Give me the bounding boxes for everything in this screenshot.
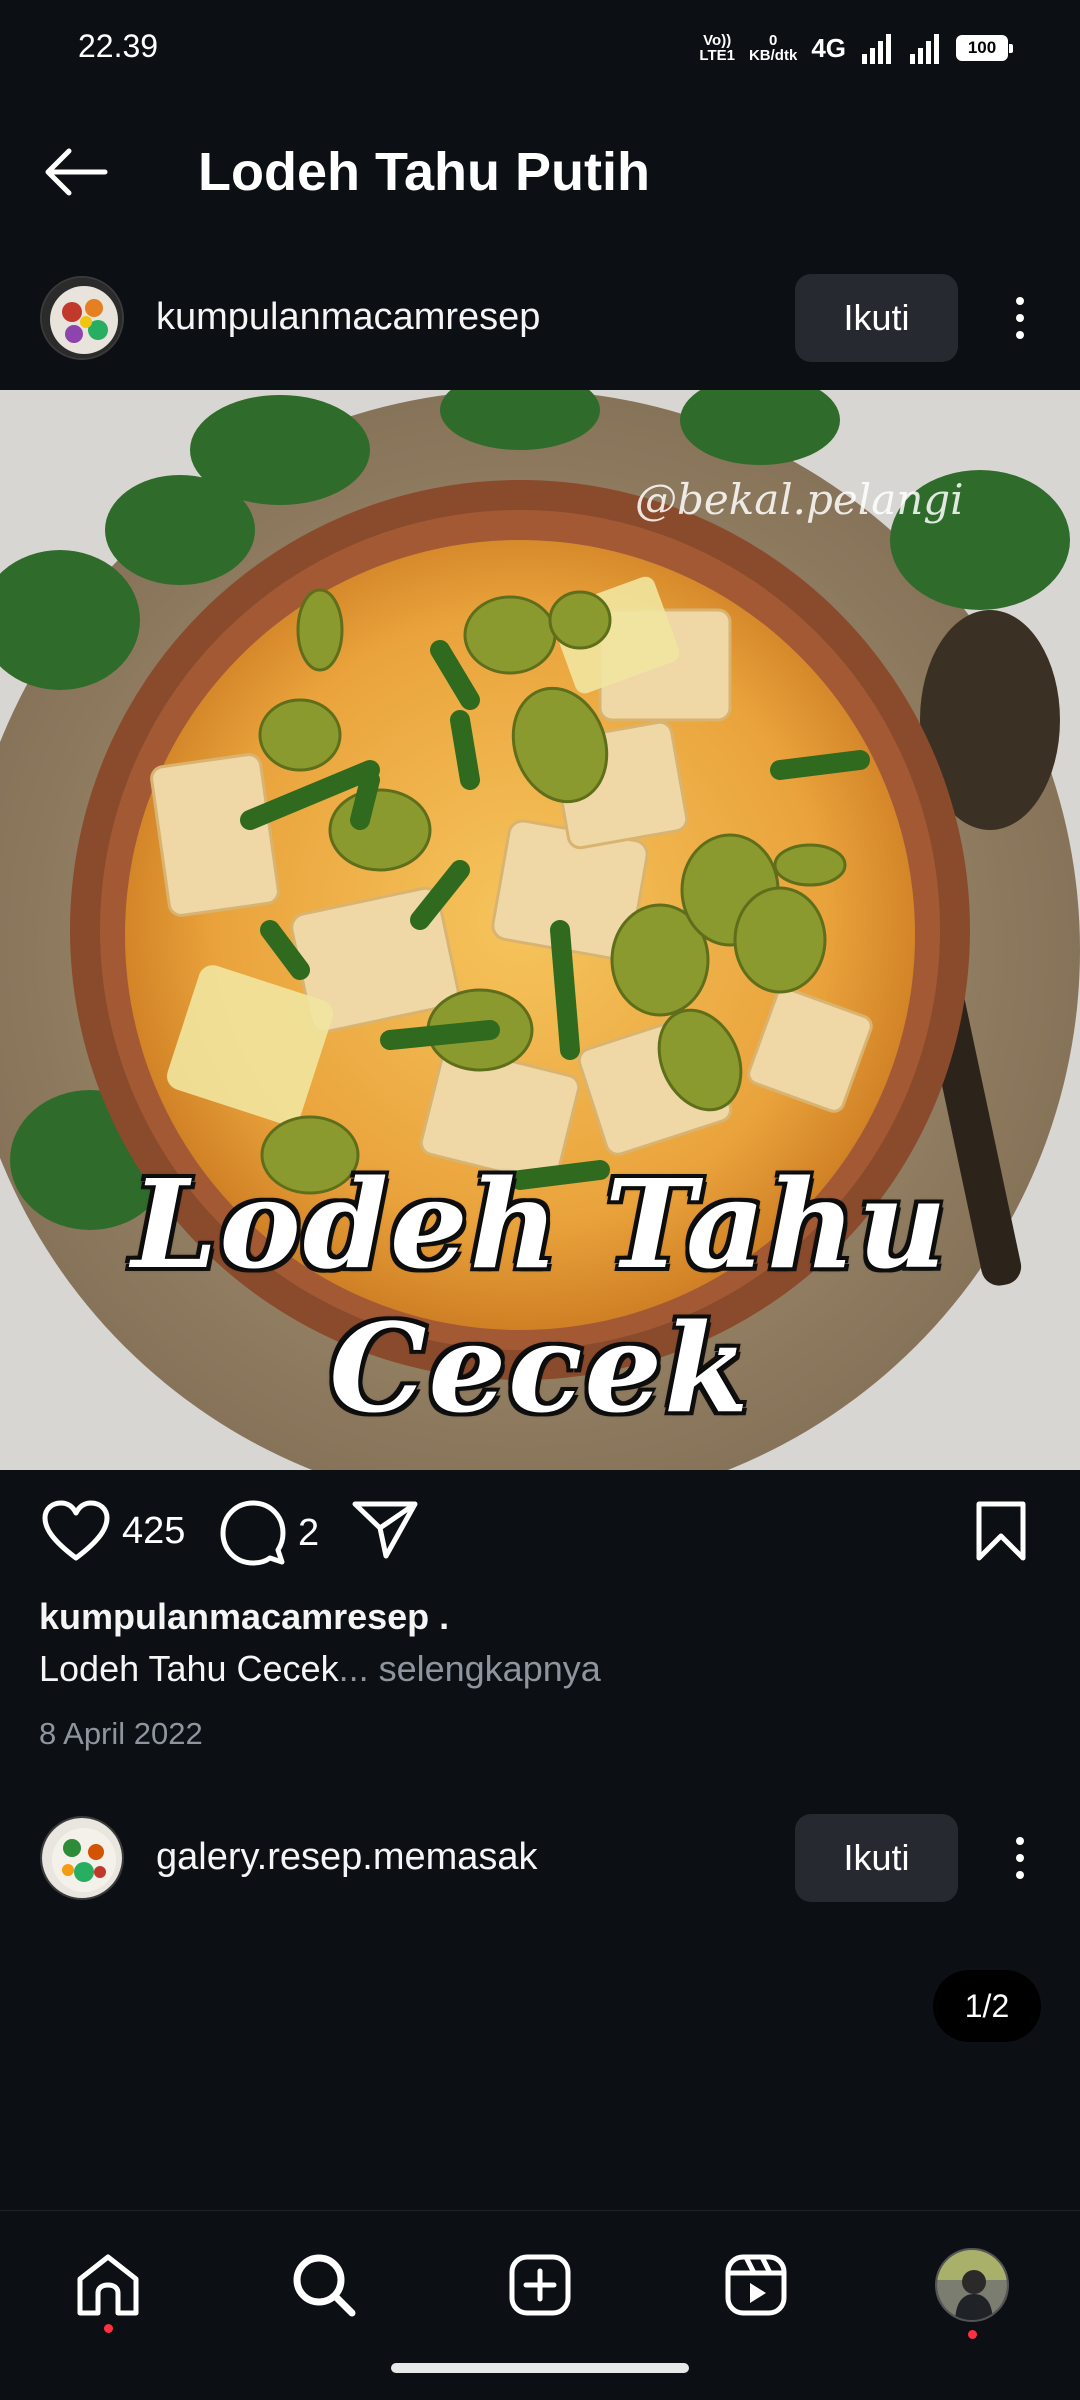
- comment-count[interactable]: 2: [298, 1512, 319, 1555]
- back-arrow-icon: [45, 148, 108, 196]
- volte-bottom: LTE1: [699, 47, 735, 64]
- avatar-image: [42, 1818, 122, 1898]
- network-type: 4G: [811, 32, 846, 63]
- signal-icon-2: [910, 34, 939, 64]
- next-follow-button[interactable]: Ikuti: [795, 1814, 958, 1902]
- carousel-page-indicator: 1/2: [933, 1970, 1041, 2042]
- volte-top: Vo)): [703, 32, 732, 49]
- volte-indicator: Vo)) LTE1: [699, 33, 735, 63]
- status-time: 22.39: [78, 28, 159, 64]
- search-icon: [293, 2254, 356, 2317]
- reels-icon: [725, 2254, 787, 2316]
- next-author-avatar[interactable]: [40, 1816, 124, 1900]
- more-options-button[interactable]: [990, 278, 1050, 358]
- nav-home[interactable]: [60, 2237, 156, 2333]
- page-title: Lodeh Tahu Putih: [198, 142, 650, 202]
- nav-profile[interactable]: [924, 2237, 1020, 2339]
- speed-unit: KB/dtk: [748, 47, 798, 64]
- back-button[interactable]: [36, 138, 116, 206]
- comment-group: 2: [220, 1500, 319, 1566]
- profile-notification-dot: [967, 2330, 977, 2339]
- next-more-options-button[interactable]: [990, 1818, 1050, 1898]
- avatar-image: [42, 278, 122, 358]
- author-username[interactable]: kumpulanmacamresep: [156, 296, 540, 339]
- bookmark-icon[interactable]: [975, 1500, 1027, 1562]
- top-header: Lodeh Tahu Putih: [0, 110, 1080, 234]
- home-notification-dot: [103, 2324, 113, 2333]
- nav-search[interactable]: [276, 2237, 372, 2333]
- share-group: [352, 1500, 418, 1560]
- signal-icon-1: [862, 34, 891, 64]
- more-dot: [1016, 331, 1024, 339]
- next-post-header: galery.resep.memasak Ikuti: [0, 1798, 1080, 1918]
- home-indicator[interactable]: [391, 2363, 689, 2373]
- status-icons: Vo)) LTE1 0 KB/dtk 4G 100: [699, 24, 1013, 72]
- profile-image: [937, 2250, 1007, 2320]
- battery-icon: 100: [956, 35, 1013, 61]
- caption-username[interactable]: kumpulanmacamresep .: [39, 1596, 449, 1638]
- speed-value: 0: [768, 32, 778, 49]
- post-date: 8 April 2022: [39, 1716, 203, 1751]
- caption: Lodeh Tahu Cecek... selengkapnya: [39, 1648, 601, 1690]
- image-watermark: @bekal.pelangi: [635, 475, 964, 524]
- author-avatar[interactable]: [40, 276, 124, 360]
- more-dot: [1016, 1837, 1024, 1845]
- status-bar: 22.39 Vo)) LTE1 0 KB/dtk 4G 100: [0, 0, 1080, 96]
- like-count[interactable]: 425: [122, 1510, 185, 1553]
- nav-reels[interactable]: [708, 2237, 804, 2333]
- next-author-username[interactable]: galery.resep.memasak: [156, 1836, 538, 1879]
- share-icon[interactable]: [352, 1500, 418, 1560]
- image-overlay-title: Lodeh Tahu Cecek: [131, 1152, 949, 1440]
- post-actions: 425 2: [0, 1480, 1080, 1590]
- post-image[interactable]: @bekal.pelangi Lodeh Tahu Cecek: [0, 390, 1080, 1470]
- more-dot: [1016, 1854, 1024, 1862]
- profile-avatar: [935, 2248, 1009, 2322]
- more-dot: [1016, 314, 1024, 322]
- more-dot: [1016, 1871, 1024, 1879]
- comment-icon[interactable]: [220, 1500, 286, 1566]
- heart-icon[interactable]: [42, 1500, 110, 1562]
- follow-button[interactable]: Ikuti: [795, 274, 958, 362]
- more-dot: [1016, 297, 1024, 305]
- home-icon: [77, 2254, 139, 2316]
- nav-create[interactable]: [492, 2237, 588, 2333]
- like-group: 425: [42, 1500, 185, 1562]
- network-speed: 0 KB/dtk: [749, 33, 797, 63]
- caption-text: Lodeh Tahu Cecek: [39, 1648, 339, 1689]
- create-icon: [509, 2254, 571, 2316]
- post-header: kumpulanmacamresep Ikuti: [0, 258, 1080, 378]
- caption-more-link[interactable]: ... selengkapnya: [339, 1648, 601, 1689]
- save-group: [975, 1500, 1027, 1562]
